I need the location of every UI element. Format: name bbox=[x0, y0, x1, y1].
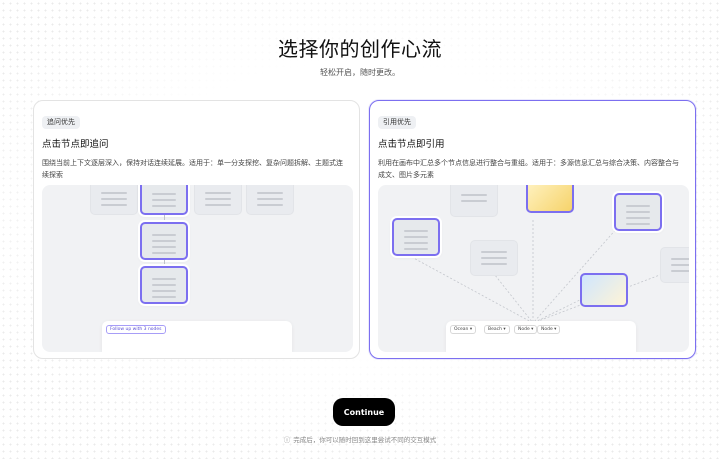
mode-card-followup[interactable]: 追问优先 点击节点即追问 围绕当前上下文逐层深入，保持对话连续延展。适用于：单一… bbox=[33, 100, 360, 359]
page-title: 选择你的创作心流 bbox=[278, 37, 442, 61]
card-title: 点击节点即追问 bbox=[42, 139, 109, 150]
card-preview-illustration: Ocean ▾ Beach ▾ Node ▾ Node ▾ bbox=[378, 185, 689, 352]
preview-node-selected bbox=[140, 185, 188, 215]
footer-hint-text: 完成后，你可以随时回到这里尝试不同的交互模式 bbox=[293, 436, 437, 444]
preview-node bbox=[660, 247, 689, 283]
page-subtitle: 轻松开启，随时更改。 bbox=[320, 68, 400, 77]
card-badge: 追问优先 bbox=[42, 116, 80, 129]
preview-chip: Node ▾ bbox=[537, 325, 561, 334]
preview-node bbox=[90, 185, 138, 215]
preview-chip: Ocean ▾ bbox=[450, 325, 477, 334]
preview-node-selected bbox=[392, 218, 440, 256]
card-description: 围绕当前上下文逐层深入，保持对话连续延展。适用于：单一分支探挖、复杂问题拆解、主… bbox=[42, 159, 343, 179]
preview-node bbox=[450, 185, 498, 217]
preview-chip: Follow up with 3 nodes bbox=[106, 325, 166, 334]
preview-chip: Node ▾ bbox=[514, 325, 538, 334]
preview-chat-input: Follow up with 3 nodes bbox=[102, 321, 292, 352]
preview-node bbox=[246, 185, 294, 215]
preview-chat-input: Ocean ▾ Beach ▾ Node ▾ Node ▾ bbox=[446, 321, 636, 352]
onboarding-screen: 选择你的创作心流 轻松开启，随时更改。 追问优先 点击节点即追问 围绕当前上下文… bbox=[0, 0, 720, 459]
preview-node-image-selected bbox=[526, 185, 574, 213]
card-title: 点击节点即引用 bbox=[378, 139, 445, 150]
preview-node-image-selected bbox=[580, 273, 628, 307]
mode-card-reference[interactable]: 引用优先 点击节点即引用 利用在画布中汇总多个节点信息进行整合与重组。适用于：多… bbox=[369, 100, 696, 359]
preview-chip: Beach ▾ bbox=[484, 325, 510, 334]
preview-node-selected bbox=[614, 193, 662, 231]
info-icon: ⓘ bbox=[283, 436, 291, 444]
continue-button[interactable]: Continue bbox=[333, 398, 395, 426]
footer-hint: ⓘ 完成后，你可以随时回到这里尝试不同的交互模式 bbox=[0, 434, 720, 444]
preview-node-selected bbox=[140, 222, 188, 260]
preview-node bbox=[470, 240, 518, 276]
card-description: 利用在画布中汇总多个节点信息进行整合与重组。适用于：多源信息汇总与综合决策、内容… bbox=[378, 159, 679, 179]
card-badge: 引用优先 bbox=[378, 116, 416, 129]
preview-node bbox=[194, 185, 242, 215]
card-preview-illustration: Follow up with 3 nodes bbox=[42, 185, 353, 352]
preview-node-selected bbox=[140, 266, 188, 304]
